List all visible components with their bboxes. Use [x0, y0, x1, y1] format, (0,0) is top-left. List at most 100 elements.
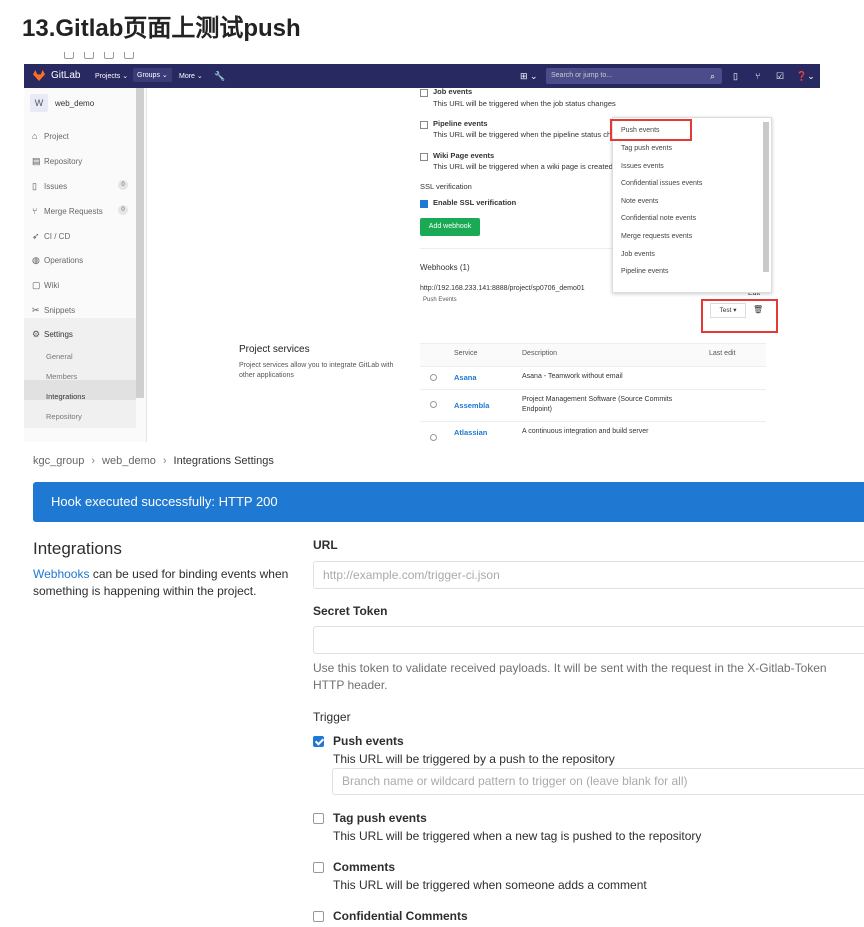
push-events-label: Push events [333, 734, 404, 748]
sidebar-item-label: Snippets [44, 306, 76, 315]
job-events-desc: This URL will be triggered when the job … [433, 99, 616, 108]
trigger-label: Trigger [313, 710, 351, 724]
webhooks-link[interactable]: Webhooks [33, 567, 89, 581]
settings-sub-repository[interactable]: Repository [46, 412, 82, 421]
project-name[interactable]: web_demo [55, 99, 94, 108]
sidebar-item-label: Issues [44, 182, 68, 191]
sidebar-item-project[interactable]: ⌂ Project [32, 131, 69, 141]
todo-icon[interactable]: ☑ [776, 71, 784, 82]
browser-forward-icon[interactable] [84, 52, 94, 59]
breadcrumb-current[interactable]: Integrations Settings [174, 455, 274, 467]
sidebar-item-label: Settings [44, 330, 73, 339]
sidebar-scrollbar[interactable] [136, 88, 144, 398]
settings-sub-members[interactable]: Members [46, 372, 77, 381]
sidebar-item-label: Wiki [44, 281, 60, 290]
pipeline-events-checkbox[interactable] [420, 121, 428, 129]
search-input[interactable]: Search or jump to... [546, 68, 722, 84]
service-asana[interactable]: Asana [454, 373, 477, 382]
status-icon [430, 401, 437, 408]
browser-toolbar-strip [24, 52, 820, 64]
add-webhook-button[interactable]: Add webhook [420, 218, 480, 236]
search-icon[interactable]: ⌕ [710, 71, 715, 82]
pipeline-events-desc: This URL will be triggered when the pipe… [433, 130, 612, 139]
merge-request-icon: ⑂ [32, 206, 38, 216]
project-avatar[interactable]: W [30, 94, 48, 112]
browser-home-icon[interactable] [124, 52, 134, 59]
gitlab-logo-icon[interactable] [33, 70, 45, 81]
nav-more[interactable]: More ⌄ [179, 72, 203, 80]
secret-token-help: Use this token to validate received payl… [313, 661, 827, 692]
breadcrumb-group[interactable]: kgc_group [33, 455, 84, 467]
dropdown-item[interactable]: Note events [621, 198, 658, 205]
breadcrumb-project[interactable]: web_demo [102, 455, 156, 467]
sidebar-item-cicd[interactable]: ➶ CI / CD [32, 231, 70, 242]
sidebar-item-issues[interactable]: ▯ Issues 0 [32, 180, 128, 192]
settings-sub-general[interactable]: General [46, 352, 73, 361]
scissors-icon: ✂ [32, 305, 40, 315]
dropdown-item[interactable]: Tag push events [621, 145, 672, 152]
chevron-right-icon: › [162, 455, 167, 467]
url-label: URL [313, 538, 338, 552]
tag-push-events-checkbox[interactable] [313, 813, 324, 824]
wiki-events-checkbox[interactable] [420, 153, 428, 161]
help-icon[interactable]: ❓⌄ [796, 71, 815, 82]
wrench-icon[interactable]: 🔧 [214, 71, 225, 82]
ssl-heading: SSL verification [420, 182, 472, 191]
integrations-desc: Webhooks can be used for binding events … [33, 566, 293, 600]
rocket-icon: ➶ [32, 231, 40, 241]
dropdown-item[interactable]: Confidential issues events [621, 180, 702, 187]
pipeline-events-label: Pipeline events [433, 119, 488, 128]
plus-dropdown-icon[interactable]: ⊞ ⌄ [520, 71, 538, 82]
sidebar-item-settings[interactable]: ⚙ Settings [32, 329, 73, 340]
webhooks-heading: Webhooks (1) [420, 263, 470, 272]
dropdown-item[interactable]: Issues events [621, 163, 664, 170]
integrations-title: Integrations [33, 539, 122, 558]
browser-reload-icon[interactable] [104, 52, 114, 59]
sidebar-item-repository[interactable]: ▤ Repository [32, 156, 82, 167]
test-dropdown-menu: Push events Tag push events Issues event… [612, 117, 772, 293]
gitlab-brand[interactable]: GitLab [51, 70, 80, 81]
browser-back-icon[interactable] [64, 52, 74, 59]
wiki-events-label: Wiki Page events [433, 151, 495, 160]
job-events-checkbox[interactable] [420, 89, 428, 97]
dropdown-item[interactable]: Job events [621, 251, 655, 258]
dropdown-item[interactable]: Merge requests events [621, 233, 692, 240]
sidebar-item-merge-requests[interactable]: ⑂ Merge Requests 0 [32, 205, 128, 216]
ssl-checkbox[interactable] [420, 200, 428, 208]
flash-notice: Hook executed successfully: HTTP 200 [33, 482, 864, 522]
confidential-comments-checkbox[interactable] [313, 911, 324, 922]
merge-request-icon[interactable]: ⑂ [755, 71, 760, 81]
project-services-desc: Project services allow you to integrate … [239, 362, 394, 379]
dropdown-scrollbar[interactable] [763, 122, 769, 272]
url-input[interactable]: http://example.com/trigger-ci.json [313, 561, 864, 589]
branch-filter-input[interactable]: Branch name or wildcard pattern to trigg… [332, 768, 864, 795]
push-events-desc: This URL will be triggered by a push to … [333, 752, 615, 766]
sidebar-item-wiki[interactable]: ▢ Wiki [32, 280, 59, 291]
dropdown-item[interactable]: Confidential note events [621, 215, 696, 222]
sidebar-item-label: Repository [44, 157, 83, 166]
nav-groups[interactable]: Groups ⌄ [133, 68, 172, 82]
repository-icon: ▤ [32, 156, 41, 166]
nav-projects[interactable]: Projects ⌄ [95, 72, 128, 80]
comments-desc: This URL will be triggered when someone … [333, 878, 647, 892]
breadcrumb: kgc_group › web_demo › Integrations Settings [33, 455, 274, 467]
annotation-box-test [701, 299, 778, 333]
settings-sub-integrations[interactable]: Integrations [46, 392, 85, 401]
push-events-checkbox[interactable] [313, 736, 324, 747]
issues-icon: ▯ [32, 181, 37, 191]
page-heading: 13.Gitlab页面上测试push [22, 15, 301, 42]
issues-icon[interactable]: ▯ [733, 71, 738, 82]
home-icon: ⌂ [32, 131, 38, 141]
sidebar-item-snippets[interactable]: ✂ Snippets [32, 305, 75, 316]
webhook-url: http://192.168.233.141:8888/project/sp07… [420, 285, 585, 292]
comments-checkbox[interactable] [313, 862, 324, 873]
sidebar-item-label: Operations [44, 256, 84, 265]
dropdown-item[interactable]: Pipeline events [621, 268, 668, 275]
service-assembla[interactable]: Assembla [454, 401, 489, 410]
secret-token-input[interactable] [313, 626, 864, 654]
sidebar-item-operations[interactable]: ◍ Operations [32, 255, 83, 266]
service-desc: Asana - Teamwork without email [522, 373, 623, 380]
webhook-events-badge: Push Events [423, 297, 457, 303]
service-atlassian[interactable]: Atlassian [454, 428, 487, 437]
gitlab-screenshot: GitLab Projects ⌄ Groups ⌄ More ⌄ 🔧 ⊞ ⌄ … [24, 52, 820, 442]
